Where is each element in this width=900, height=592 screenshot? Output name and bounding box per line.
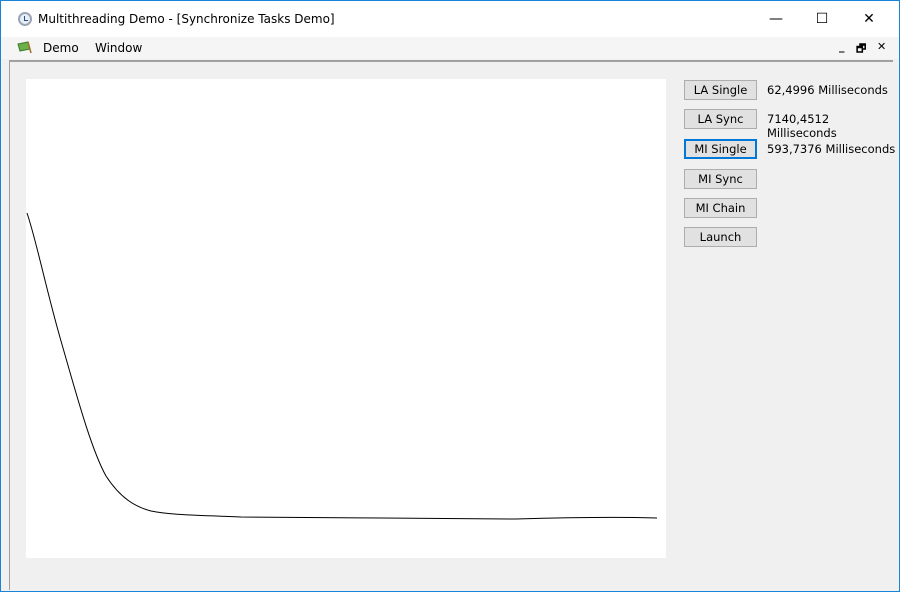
la-sync-result: 7140,4512 Milliseconds	[767, 112, 837, 140]
mdi-minimize-button[interactable]: _	[839, 40, 845, 53]
menu-bar: Demo Window _ 🗗 ✕	[1, 37, 899, 59]
decay-curve	[26, 212, 658, 520]
curve-plot	[26, 212, 658, 520]
maximize-button[interactable]: ☐	[799, 1, 845, 37]
mi-single-result: 593,7376 Milliseconds	[767, 142, 896, 156]
la-single-result: 62,4996 Milliseconds	[767, 83, 888, 97]
window-title: Multithreading Demo - [Synchronize Tasks…	[38, 12, 335, 26]
menu-window[interactable]: Window	[95, 41, 142, 55]
la-single-button[interactable]: LA Single	[684, 80, 757, 100]
mdi-close-button[interactable]: ✕	[877, 40, 886, 53]
minimize-button[interactable]: —	[753, 1, 799, 37]
flag-icon	[17, 41, 32, 54]
main-window: Multithreading Demo - [Synchronize Tasks…	[0, 0, 900, 592]
mdi-restore-button[interactable]: 🗗	[856, 40, 866, 59]
clock-app-icon	[18, 12, 32, 26]
mi-sync-button[interactable]: MI Sync	[684, 169, 757, 189]
mi-single-button[interactable]: MI Single	[684, 139, 757, 159]
menu-demo[interactable]: Demo	[43, 41, 79, 55]
mi-chain-button[interactable]: MI Chain	[684, 198, 757, 218]
close-button[interactable]: ✕	[846, 1, 892, 37]
drawing-canvas	[26, 79, 666, 558]
title-bar: Multithreading Demo - [Synchronize Tasks…	[1, 1, 899, 37]
launch-button[interactable]: Launch	[684, 227, 757, 247]
la-sync-button[interactable]: LA Sync	[684, 109, 757, 129]
